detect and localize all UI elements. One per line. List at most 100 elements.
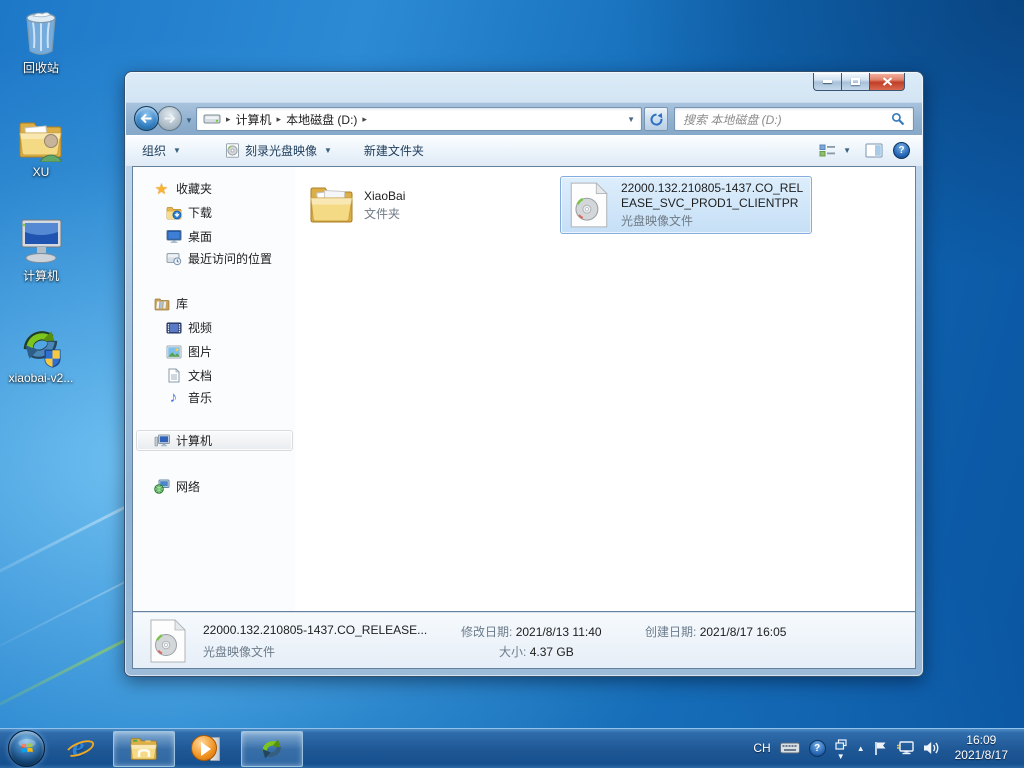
sidebar-item-computer[interactable]: 计算机 xyxy=(136,430,293,451)
chevron-down-icon: ▼ xyxy=(837,752,845,761)
sidebar-item-label: 图片 xyxy=(188,343,212,360)
download-folder-icon xyxy=(165,204,182,221)
file-name: XiaoBai xyxy=(364,189,550,204)
desktop-icon-xiaobai[interactable]: xiaobai-v2... xyxy=(3,322,79,385)
music-note-icon: ♪ xyxy=(165,389,182,406)
size-label: 大小: xyxy=(499,645,526,659)
help-button[interactable]: ? xyxy=(893,142,910,159)
sidebar-item-music[interactable]: ♪ 音乐 xyxy=(165,387,212,408)
search-input[interactable]: 搜索 本地磁盘 (D:) xyxy=(674,107,914,131)
sidebar-item-label: 下载 xyxy=(188,204,212,221)
sidebar-item-network[interactable]: 网络 xyxy=(153,476,200,497)
sidebar-item-downloads[interactable]: 下载 xyxy=(165,202,212,223)
file-type: 文件夹 xyxy=(364,205,550,222)
explorer-folder-icon xyxy=(129,736,159,762)
sidebar-item-favorites[interactable]: ★ 收藏夹 xyxy=(153,178,212,199)
action-center-flag-icon[interactable] xyxy=(874,741,887,756)
desktop: 回收站 XU 计算机 xyxy=(0,0,1024,768)
burn-disc-image-button[interactable]: 刻录光盘映像 ▼ xyxy=(217,138,340,163)
sidebar-item-label: 桌面 xyxy=(188,228,212,245)
file-browser-area: ★ 收藏夹 下载 xyxy=(133,167,915,612)
system-tray: CH ? ▼ ▲ xyxy=(753,733,1024,763)
maximize-icon xyxy=(851,78,860,85)
organize-label: 组织 xyxy=(142,142,166,159)
desktop-icon-computer[interactable]: 计算机 xyxy=(3,218,79,284)
file-type: 光盘映像文件 xyxy=(621,212,807,229)
clock-date: 2021/8/17 xyxy=(955,748,1008,763)
taskbar-clock[interactable]: 16:09 2021/8/17 xyxy=(949,733,1014,763)
media-player-icon xyxy=(190,734,220,764)
search-placeholder: 搜索 本地磁盘 (D:) xyxy=(683,111,891,128)
drive-icon xyxy=(203,113,221,125)
maximize-button[interactable] xyxy=(842,73,870,91)
file-list[interactable]: XiaoBai 文件夹 xyxy=(295,167,915,612)
caption-buttons xyxy=(813,73,905,91)
disc-image-icon xyxy=(149,618,187,667)
back-button[interactable] xyxy=(134,106,159,131)
taskbar: e xyxy=(0,728,1024,768)
sidebar-item-documents[interactable]: 文档 xyxy=(165,365,212,386)
size-value: 4.37 GB xyxy=(530,645,574,659)
minimize-button[interactable] xyxy=(813,73,842,91)
taskbar-xiaobai-app[interactable] xyxy=(241,731,303,767)
sidebar-item-libraries[interactable]: 库 xyxy=(153,293,188,314)
taskbar-media-player[interactable] xyxy=(183,731,227,767)
show-hidden-icons-button[interactable]: ▲ xyxy=(857,744,865,753)
recycle-bin-icon xyxy=(3,10,79,56)
language-bar-help-button[interactable]: ? xyxy=(809,740,826,757)
input-language-indicator[interactable]: CH xyxy=(753,741,770,755)
windows-logo-icon xyxy=(16,737,38,759)
address-dropdown-icon[interactable]: ▼ xyxy=(627,115,635,124)
breadcrumb-arrow-icon: ▸ xyxy=(362,114,367,125)
breadcrumb-local-disk-d[interactable]: 本地磁盘 (D:) xyxy=(286,111,357,128)
new-folder-label: 新建文件夹 xyxy=(364,142,424,159)
taskbar-windows-explorer[interactable] xyxy=(113,731,175,767)
internet-explorer-icon: e xyxy=(65,733,97,765)
network-status-icon[interactable] xyxy=(896,741,914,755)
sidebar-item-pictures[interactable]: 图片 xyxy=(165,341,212,362)
details-modified: 修改日期: 2021/8/13 11:40 xyxy=(461,623,602,640)
breadcrumb-arrow-icon: ▸ xyxy=(277,114,282,125)
sidebar-item-desktop[interactable]: 桌面 xyxy=(165,226,212,247)
forward-button[interactable] xyxy=(157,106,182,131)
close-button[interactable] xyxy=(870,73,905,91)
desktop-icon-recycle-bin[interactable]: 回收站 xyxy=(3,10,79,76)
address-bar[interactable]: ▸ 计算机 ▸ 本地磁盘 (D:) ▸ ▼ xyxy=(196,107,642,131)
refresh-button[interactable] xyxy=(644,107,668,131)
preview-pane-button[interactable] xyxy=(865,143,883,158)
sidebar-item-label: 收藏夹 xyxy=(176,180,212,197)
explorer-window: ▼ ▸ 计算机 ▸ 本地磁盘 (D:) ▸ ▼ 搜索 本地磁盘 (D:) xyxy=(125,72,923,676)
volume-icon[interactable] xyxy=(923,741,940,755)
network-icon xyxy=(153,478,170,495)
desktop-icon-xu-folder[interactable]: XU xyxy=(3,116,79,179)
sidebar-item-recent-places[interactable]: 最近访问的位置 xyxy=(165,248,272,269)
breadcrumb-computer[interactable]: 计算机 xyxy=(236,111,272,128)
taskbar-internet-explorer[interactable]: e xyxy=(59,731,103,767)
preview-pane-icon xyxy=(865,143,883,158)
sidebar-item-label: 视频 xyxy=(188,319,212,336)
file-name: 22000.132.210805-1437.CO_RELEASE_SVC_PRO… xyxy=(621,181,807,211)
file-tile-iso-selected[interactable]: 22000.132.210805-1437.CO_RELEASE_SVC_PRO… xyxy=(560,176,812,234)
sidebar-item-label: 网络 xyxy=(176,478,200,495)
details-file-name: 22000.132.210805-1437.CO_RELEASE... xyxy=(203,623,427,637)
new-folder-button[interactable]: 新建文件夹 xyxy=(356,138,432,163)
organize-button[interactable]: 组织 ▼ xyxy=(134,138,189,163)
start-button[interactable] xyxy=(8,730,45,767)
documents-icon xyxy=(165,367,182,384)
details-file-type: 光盘映像文件 xyxy=(203,643,275,660)
clock-time: 16:09 xyxy=(955,733,1008,748)
desktop-icon-label: XU xyxy=(3,165,79,179)
desktop-icon-label: xiaobai-v2... xyxy=(3,371,79,385)
computer-icon xyxy=(153,432,170,449)
disc-image-icon xyxy=(565,180,613,230)
recent-pages-dropdown[interactable]: ▼ xyxy=(185,116,193,125)
sidebar-item-videos[interactable]: 视频 xyxy=(165,317,212,338)
file-tile-xiaobai-folder[interactable]: XiaoBai 文件夹 xyxy=(303,176,555,234)
language-bar-options-button[interactable]: ▼ xyxy=(835,739,848,757)
search-icon[interactable] xyxy=(891,112,905,126)
sidebar-item-label: 库 xyxy=(176,295,188,312)
details-created: 创建日期: 2021/8/17 16:05 xyxy=(645,623,786,640)
keyboard-icon[interactable] xyxy=(780,742,800,754)
change-view-button[interactable]: ▼ xyxy=(815,139,855,162)
libraries-icon xyxy=(153,295,170,312)
